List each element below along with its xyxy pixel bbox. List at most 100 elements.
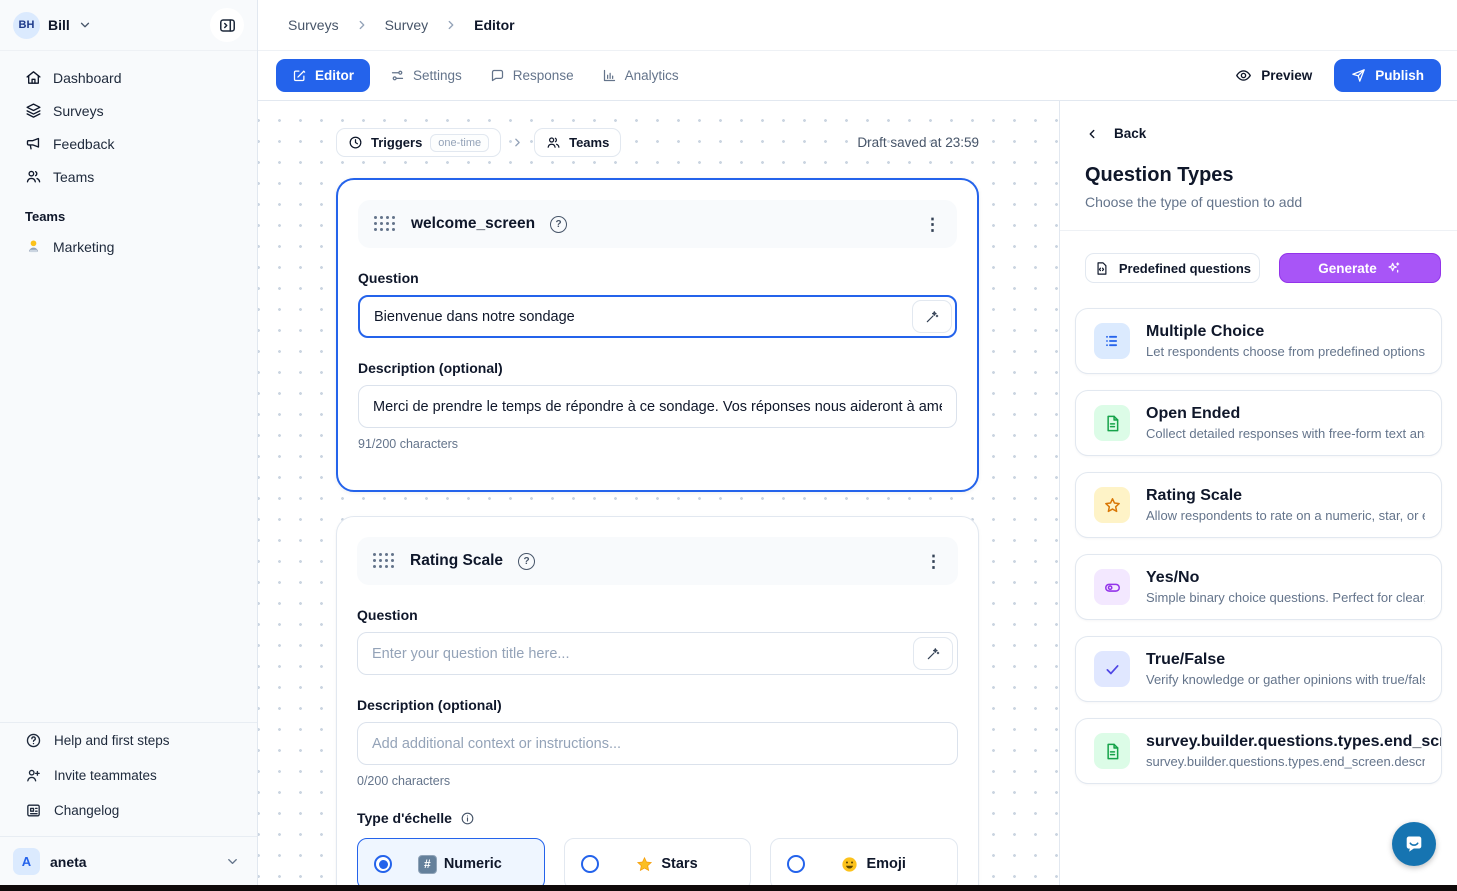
panel-subtitle: Choose the type of question to add — [1060, 187, 1457, 210]
scale-option-label: Numeric — [444, 856, 502, 872]
scale-option-label: Emoji — [866, 856, 905, 872]
char-count: 0/200 characters — [357, 774, 958, 788]
users-icon — [546, 135, 561, 150]
edit-icon — [292, 68, 307, 83]
sidebar-item-team-marketing[interactable]: Marketing — [0, 230, 257, 263]
panel-title: Question Types — [1060, 141, 1457, 187]
breadcrumb-survey[interactable]: Survey — [385, 17, 429, 33]
question-type-title: Open Ended — [1146, 405, 1240, 422]
question-field-label: Question — [358, 270, 957, 286]
panel-collapse-icon — [218, 16, 237, 35]
workspace-name: Bill — [48, 17, 70, 33]
magic-wand-icon — [925, 646, 941, 662]
sidebar-nav: Dashboard Surveys Feedback Teams — [0, 51, 257, 193]
question-card-rating-scale[interactable]: Rating Scale ? ⋮ Question Description (o… — [336, 516, 979, 891]
file-text-icon — [1094, 733, 1130, 769]
newspaper-icon — [25, 802, 42, 819]
chat-icon — [490, 68, 505, 83]
account-switcher[interactable]: A aneta — [0, 836, 257, 885]
layers-icon — [25, 102, 42, 119]
help-circle-icon: ? — [518, 553, 535, 570]
radio-icon[interactable] — [581, 855, 599, 873]
sidebar-item-help[interactable]: Help and first steps — [0, 723, 257, 758]
check-icon — [1094, 651, 1130, 687]
sidebar-item-changelog[interactable]: Changelog — [0, 793, 257, 828]
toggle-icon — [1094, 569, 1130, 605]
scale-option-numeric[interactable]: # Numeric — [357, 838, 545, 890]
generate-button[interactable]: Generate — [1279, 253, 1441, 283]
description-field-label: Description (optional) — [357, 697, 958, 713]
draft-status: Draft saved at 23:59 — [857, 135, 979, 150]
publish-label: Publish — [1375, 68, 1424, 83]
chevron-right-icon — [511, 136, 524, 149]
sidebar-item-teams[interactable]: Teams — [0, 160, 257, 193]
question-type-end-screen[interactable]: survey.builder.questions.types.end_scr..… — [1075, 718, 1442, 784]
send-icon — [1351, 68, 1366, 83]
ai-rewrite-button[interactable] — [913, 637, 953, 670]
question-type-desc: Verify knowledge or gather opinions with… — [1146, 672, 1425, 687]
breadcrumb-surveys[interactable]: Surveys — [288, 17, 339, 33]
question-card-header[interactable]: Rating Scale ? ⋮ — [357, 537, 958, 585]
tab-label: Editor — [315, 68, 354, 83]
chat-support-button[interactable] — [1392, 822, 1436, 866]
question-type-yes-no[interactable]: Yes/No Simple binary choice questions. P… — [1075, 554, 1442, 620]
question-type-multiple-choice[interactable]: Multiple Choice Let respondents choose f… — [1075, 308, 1442, 374]
question-description-input[interactable] — [358, 385, 957, 428]
sidebar-item-feedback[interactable]: Feedback — [0, 127, 257, 160]
question-type-rating-scale[interactable]: Rating Scale Allow respondents to rate o… — [1075, 472, 1442, 538]
predefined-questions-button[interactable]: Predefined questions — [1085, 253, 1260, 283]
help-circle-icon: ? — [550, 216, 567, 233]
teams-chip[interactable]: Teams — [534, 128, 621, 157]
tab-analytics[interactable]: Analytics — [602, 68, 679, 83]
sidebar-toggle-button[interactable] — [210, 8, 244, 42]
drag-handle-icon[interactable] — [374, 216, 396, 232]
question-description-input[interactable] — [357, 722, 958, 765]
panel-actions: Predefined questions Generate — [1060, 231, 1457, 283]
scale-option-stars[interactable]: Stars — [564, 838, 752, 890]
question-card-header[interactable]: welcome_screen ? ⋮ — [358, 200, 957, 248]
question-type-true-false[interactable]: True/False Verify knowledge or gather op… — [1075, 636, 1442, 702]
workspace-switcher[interactable]: BH Bill — [0, 0, 257, 51]
file-code-icon — [1094, 261, 1109, 276]
question-title-input[interactable] — [357, 632, 958, 675]
question-title-input[interactable] — [358, 295, 957, 338]
canvas-toolbar: Triggers one-time Teams Draft saved at 2… — [336, 128, 979, 157]
scale-option-emoji[interactable]: Emoji — [770, 838, 958, 890]
sidebar-item-surveys[interactable]: Surveys — [0, 94, 257, 127]
generate-label: Generate — [1318, 261, 1377, 276]
breadcrumb-editor: Editor — [474, 17, 514, 33]
tab-response[interactable]: Response — [490, 68, 574, 83]
question-type-title: Rating Scale — [1146, 487, 1242, 504]
radio-icon[interactable] — [787, 855, 805, 873]
radio-checked-icon[interactable] — [374, 855, 392, 873]
description-field-label: Description (optional) — [358, 360, 957, 376]
drag-handle-icon[interactable] — [373, 553, 395, 569]
sparkles-icon — [1386, 260, 1402, 276]
char-count: 91/200 characters — [358, 437, 957, 451]
sidebar: BH Bill Dashboard Surveys Feedback Teams — [0, 0, 258, 891]
hash-icon: # — [418, 855, 437, 874]
ai-rewrite-button[interactable] — [912, 300, 952, 333]
technologist-emoji-icon — [25, 238, 42, 255]
preview-button[interactable]: Preview — [1235, 67, 1312, 84]
tab-label: Analytics — [625, 68, 679, 83]
question-type-title: True/False — [1146, 651, 1225, 668]
sidebar-item-invite[interactable]: Invite teammates — [0, 758, 257, 793]
sliders-icon — [390, 68, 405, 83]
chevron-left-icon — [1085, 127, 1099, 141]
card-menu-button[interactable]: ⋮ — [924, 216, 941, 233]
publish-button[interactable]: Publish — [1334, 59, 1441, 92]
question-card-title: welcome_screen — [411, 215, 535, 233]
question-type-open-ended[interactable]: Open Ended Collect detailed responses wi… — [1075, 390, 1442, 456]
question-card-welcome-screen[interactable]: welcome_screen ? ⋮ Question Description … — [336, 178, 979, 492]
triggers-chip[interactable]: Triggers one-time — [336, 128, 501, 157]
tab-editor[interactable]: Editor — [276, 59, 370, 92]
info-icon — [460, 811, 475, 826]
sidebar-item-dashboard[interactable]: Dashboard — [0, 61, 257, 94]
back-button[interactable]: Back — [1060, 101, 1457, 141]
account-name: aneta — [50, 854, 87, 870]
sidebar-item-label: Dashboard — [53, 70, 122, 86]
breadcrumb: Surveys Survey Editor — [258, 0, 1457, 51]
tab-settings[interactable]: Settings — [390, 68, 462, 83]
card-menu-button[interactable]: ⋮ — [925, 553, 942, 570]
